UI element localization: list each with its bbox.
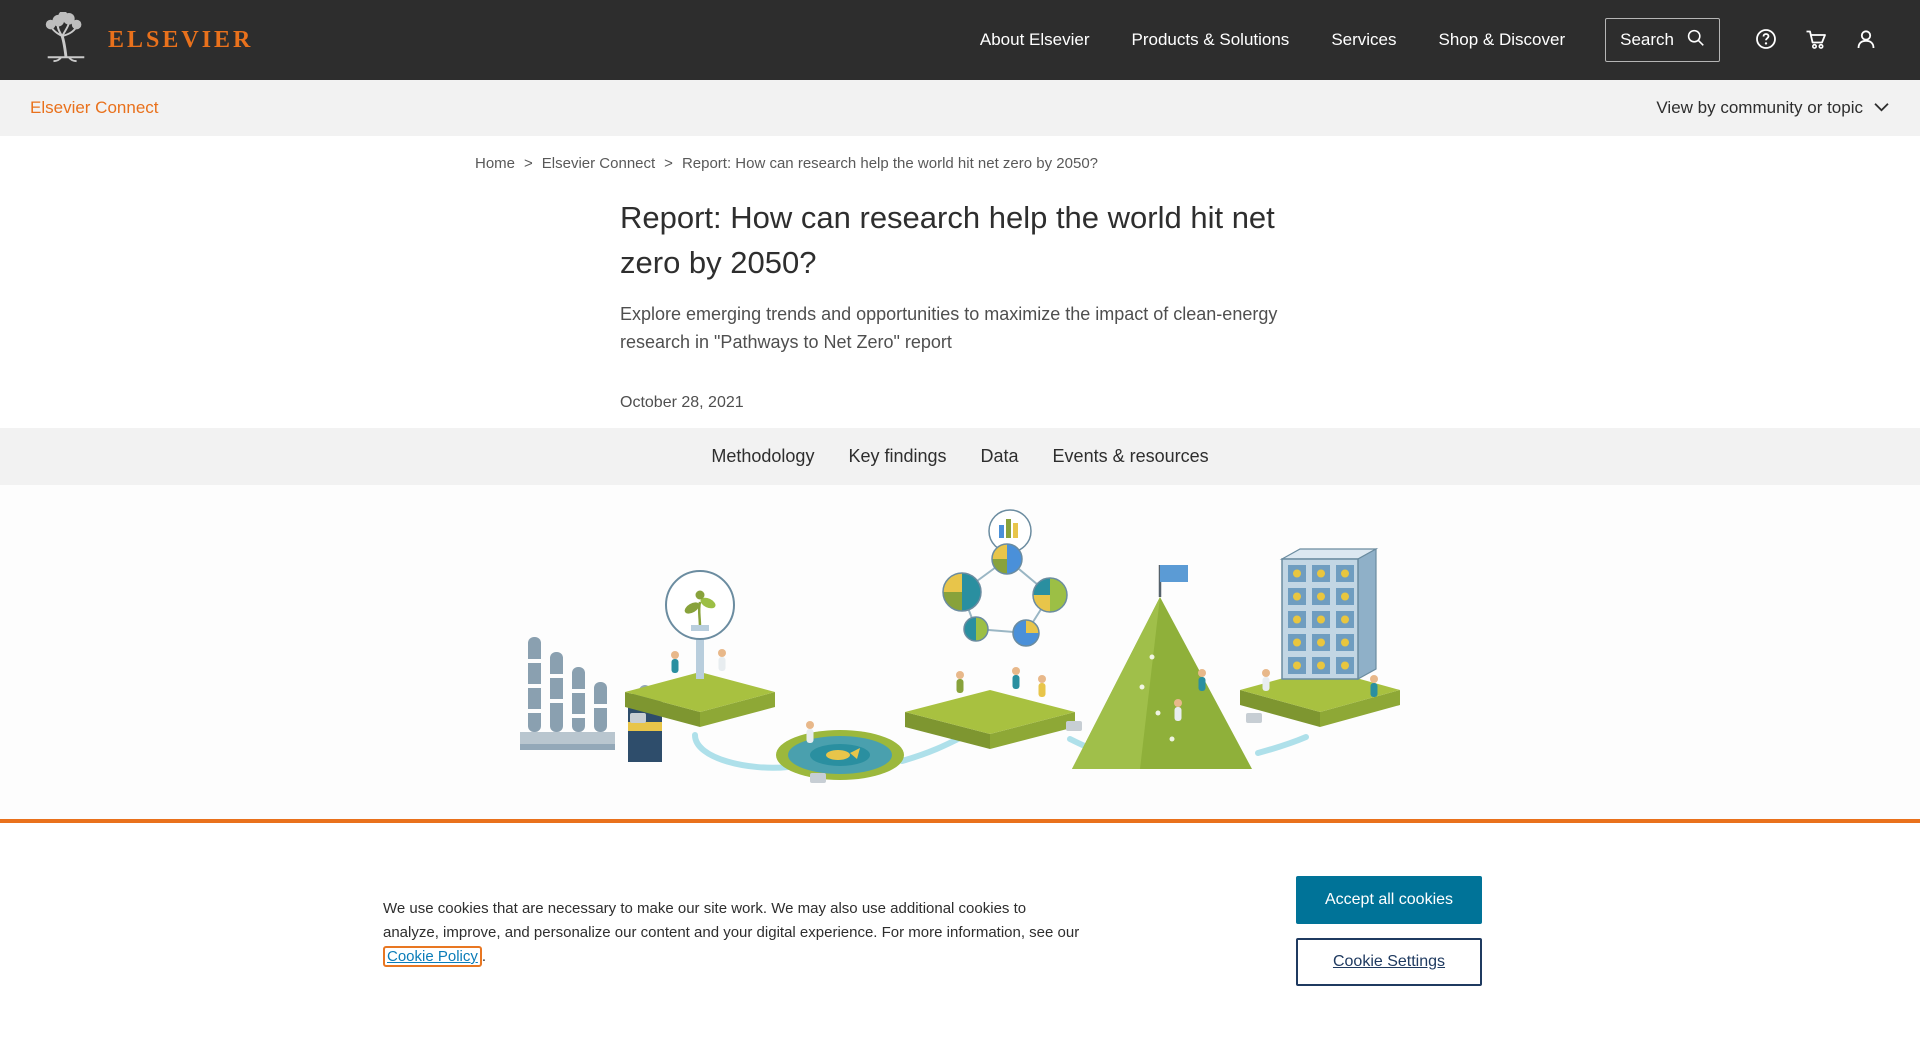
connect-subheader: Elsevier Connect View by community or to… (0, 80, 1920, 136)
page-subtitle: Explore emerging trends and opportunitie… (620, 300, 1300, 356)
tab-data[interactable]: Data (981, 446, 1019, 467)
nav-about-elsevier[interactable]: About Elsevier (980, 30, 1090, 50)
elsevier-logo[interactable]: ELSEVIER (40, 12, 253, 69)
cookie-banner: We use cookies that are necessary to mak… (0, 824, 1920, 1040)
help-button[interactable] (1754, 27, 1778, 54)
breadcrumb-separator: > (524, 155, 533, 173)
hero-illustration-section (0, 485, 1920, 819)
nav-products-solutions[interactable]: Products & Solutions (1132, 30, 1290, 50)
utility-icons (1754, 27, 1878, 54)
account-button[interactable] (1854, 27, 1878, 54)
breadcrumb: Home > Elsevier Connect > Report: How ca… (475, 155, 1445, 173)
elsevier-tree-icon (40, 12, 92, 69)
orange-divider (0, 819, 1920, 823)
pond (776, 730, 904, 780)
cookie-message: We use cookies that are necessary to mak… (383, 897, 1083, 969)
mountain (1072, 565, 1252, 769)
brand-wordmark: ELSEVIER (108, 27, 253, 54)
console (1246, 713, 1262, 723)
tab-key-findings[interactable]: Key findings (848, 446, 946, 467)
pipes (520, 637, 615, 750)
search-button[interactable]: Search (1605, 18, 1720, 62)
solar-building (1282, 549, 1376, 679)
cookie-policy-link[interactable]: Cookie Policy (383, 946, 482, 967)
console (630, 713, 646, 723)
accept-all-cookies-button[interactable]: Accept all cookies (1296, 876, 1482, 924)
cookie-settings-button[interactable]: Cookie Settings (1296, 938, 1482, 986)
help-icon (1754, 27, 1778, 54)
cookie-message-start: We use cookies that are necessary to mak… (383, 900, 1079, 941)
console (1066, 721, 1082, 731)
section-tabs: Methodology Key findings Data Events & r… (0, 428, 1920, 485)
tab-events-resources[interactable]: Events & resources (1053, 446, 1209, 467)
net-zero-illustration (510, 507, 1410, 819)
chevron-down-icon (1873, 98, 1890, 118)
breadcrumb-home[interactable]: Home (475, 155, 515, 173)
cookie-message-end: . (482, 948, 486, 965)
nav-services[interactable]: Services (1331, 30, 1396, 50)
nav-shop-discover[interactable]: Shop & Discover (1439, 30, 1566, 50)
breadcrumb-separator: > (664, 155, 673, 173)
primary-nav: About Elsevier Products & Solutions Serv… (980, 30, 1565, 50)
view-by-community-dropdown[interactable]: View by community or topic (1656, 98, 1890, 118)
search-icon (1686, 28, 1705, 52)
account-icon (1854, 27, 1878, 54)
search-button-label: Search (1620, 30, 1674, 50)
top-navigation-bar: ELSEVIER About Elsevier Products & Solut… (0, 0, 1920, 80)
platform-center (905, 690, 1075, 749)
cart-button[interactable] (1804, 27, 1828, 54)
console (810, 773, 826, 783)
article-header: Report: How can research help the world … (620, 195, 1300, 412)
cart-icon (1804, 27, 1828, 54)
elsevier-connect-link[interactable]: Elsevier Connect (30, 98, 159, 118)
tab-methodology[interactable]: Methodology (711, 446, 814, 467)
page-title: Report: How can research help the world … (620, 195, 1300, 285)
molecule-pie-charts (943, 510, 1067, 646)
breadcrumb-elsevier-connect[interactable]: Elsevier Connect (542, 155, 655, 173)
view-by-label: View by community or topic (1656, 98, 1863, 118)
breadcrumb-current-page: Report: How can research help the world … (682, 155, 1098, 173)
publish-date: October 28, 2021 (620, 394, 1300, 412)
